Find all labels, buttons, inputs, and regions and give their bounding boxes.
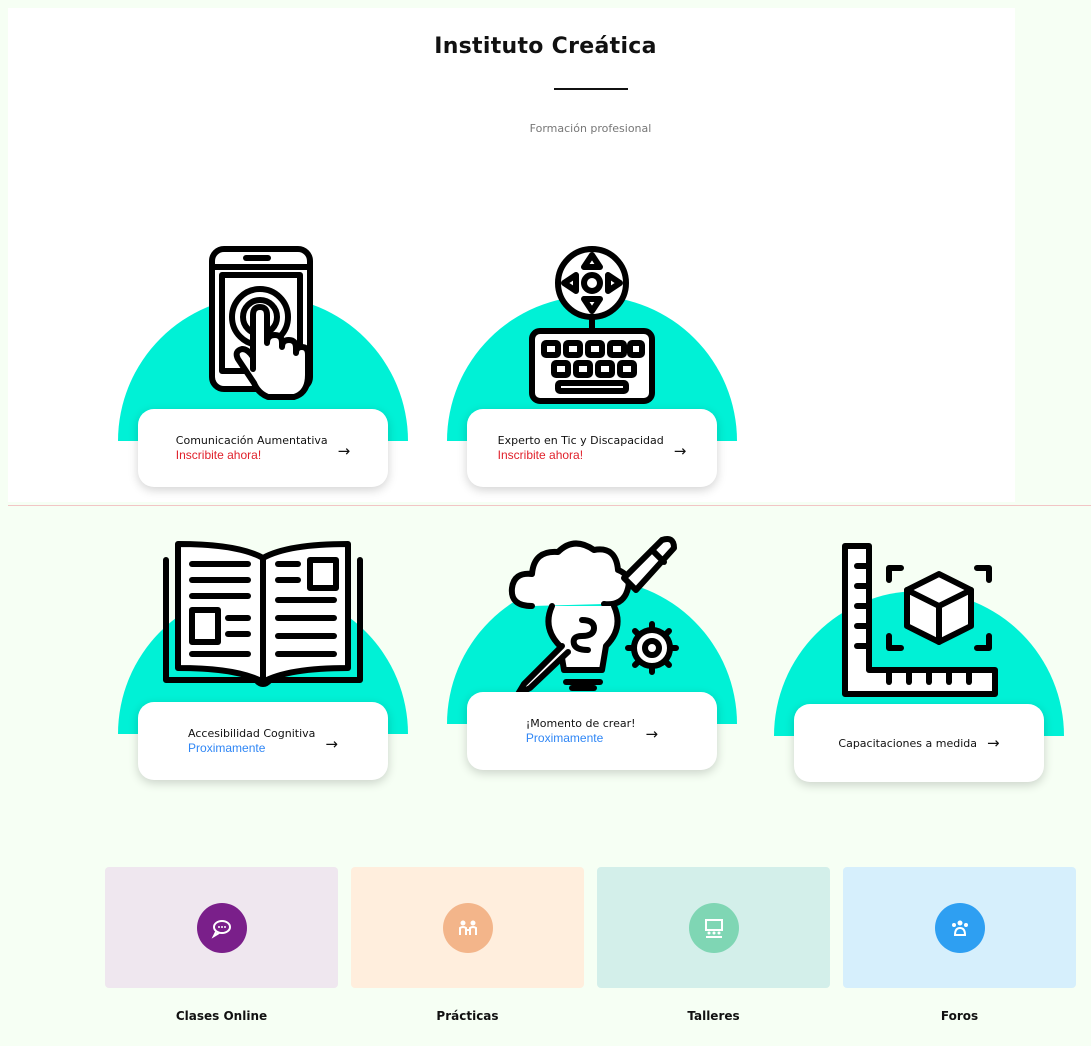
feature-box [843, 867, 1076, 988]
keyboard-gamepad-icon [529, 246, 655, 404]
course-name: Capacitaciones a medida [838, 736, 977, 750]
presentation-icon [688, 902, 739, 953]
status-badge: Proximamente [525, 731, 604, 745]
feature-box [597, 867, 830, 988]
arrow-right-icon[interactable]: → [325, 735, 338, 753]
feature-label: Clases Online [175, 1009, 268, 1023]
course-name: Accesibilidad Cognitiva [188, 727, 316, 740]
page-title: Instituto Creática [434, 34, 657, 59]
page-subtitle: Formación profesional [529, 122, 652, 135]
course-card-momento-crear[interactable]: ¡Momento de crear! Proximamente → [447, 528, 737, 788]
course-card-body: Accesibilidad Cognitiva Proximamente → [138, 702, 388, 780]
people-icon [442, 902, 493, 953]
course-card-body: Comunicación Aumentativa Inscribite ahor… [138, 409, 388, 487]
arrow-right-icon[interactable]: → [987, 734, 1000, 752]
feature-foros[interactable]: Foros [843, 867, 1076, 1023]
course-name: ¡Momento de crear! [525, 717, 636, 730]
course-card-capacitaciones[interactable]: Capacitaciones a medida → [774, 540, 1064, 800]
course-card-experto-tic[interactable]: Experto en Tic y Discapacidad Inscribite… [447, 245, 737, 505]
ruler-cube-icon [842, 543, 998, 697]
feature-box [105, 867, 338, 988]
arrow-right-icon[interactable]: → [674, 442, 687, 460]
enroll-link[interactable]: Inscribite ahora! [498, 448, 664, 462]
course-name: Experto en Tic y Discapacidad [497, 434, 664, 447]
arrow-right-icon[interactable]: → [338, 442, 351, 460]
course-card-comunicacion[interactable]: Comunicación Aumentativa Inscribite ahor… [118, 245, 408, 505]
course-card-accesibilidad[interactable]: Accesibilidad Cognitiva Proximamente → [118, 538, 408, 798]
creative-bulb-icon [508, 536, 679, 697]
feature-clases-online[interactable]: Clases Online [105, 867, 338, 1023]
feature-label: Talleres [687, 1009, 740, 1023]
feature-label: Prácticas [436, 1009, 499, 1023]
arrow-right-icon[interactable]: → [646, 725, 659, 743]
feature-practicas[interactable]: Prácticas [351, 867, 584, 1023]
section-divider [8, 505, 1091, 506]
feature-talleres[interactable]: Talleres [597, 867, 830, 1023]
title-underline [554, 88, 628, 90]
tablet-touch-icon [209, 246, 313, 400]
course-card-body: Capacitaciones a medida → [794, 704, 1044, 782]
open-book-icon [163, 541, 363, 687]
feature-box [351, 867, 584, 988]
course-name: Comunicación Aumentativa [175, 434, 328, 447]
group-icon [934, 902, 985, 953]
feature-label: Foros [940, 1009, 979, 1023]
course-card-body: ¡Momento de crear! Proximamente → [467, 692, 717, 770]
status-badge: Proximamente [188, 741, 266, 755]
course-card-body: Experto en Tic y Discapacidad Inscribite… [467, 409, 717, 487]
enroll-link[interactable]: Inscribite ahora! [176, 448, 328, 462]
chat-bubble-icon [196, 902, 247, 953]
